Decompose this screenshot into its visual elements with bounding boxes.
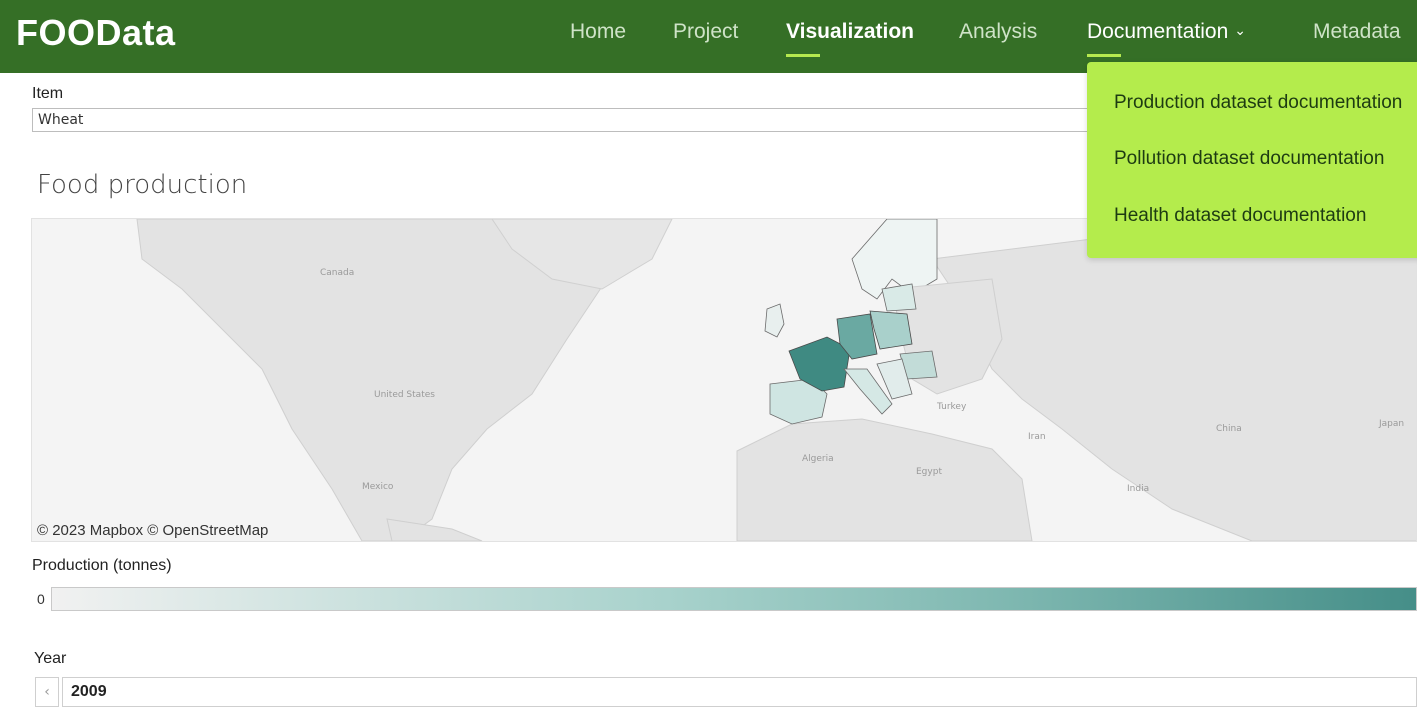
year-filter-label: Year [34, 650, 67, 667]
nav-hover-underline [1087, 54, 1121, 57]
app-logo[interactable]: FOOData [16, 12, 176, 54]
map-label-8: China [1216, 424, 1242, 434]
map-label-9: Japan [1378, 419, 1404, 429]
nav-active-underline [786, 54, 820, 57]
landmass-africa [736, 418, 1033, 541]
landmass-central-america [386, 518, 483, 541]
legend-color-scale [51, 587, 1417, 611]
map-label-7: India [1127, 484, 1149, 494]
menu-item-pollution-docs[interactable]: Pollution dataset documentation [1114, 148, 1384, 170]
chart-title: Food production [37, 170, 248, 200]
map-attribution[interactable]: © 2023 Mapbox © OpenStreetMap [37, 522, 268, 539]
country-baltics [881, 283, 917, 312]
nav-project[interactable]: Project [673, 20, 738, 44]
nav-documentation-label: Documentation [1087, 20, 1229, 43]
map-label-4: Egypt [916, 467, 942, 477]
legend-min-value: 0 [37, 591, 45, 607]
chevron-down-icon: ⌄ [1234, 22, 1246, 38]
year-select[interactable]: 2009 [62, 677, 1417, 707]
country-uk [764, 303, 785, 338]
map-label-1: United States [374, 390, 435, 400]
map-label-6: Iran [1028, 432, 1046, 442]
menu-item-production-docs[interactable]: Production dataset documentation [1114, 92, 1402, 114]
map-label-0: Canada [320, 268, 354, 278]
map-svg: Canada United States Mexico Algeria Egyp… [136, 219, 1416, 541]
nav-visualization[interactable]: Visualization [786, 20, 914, 44]
nav-analysis[interactable]: Analysis [959, 20, 1037, 44]
item-filter-label: Item [32, 85, 64, 102]
country-poland [869, 310, 913, 350]
nav-documentation[interactable]: Documentation ⌄ [1087, 20, 1246, 44]
legend-title: Production (tonnes) [32, 557, 172, 574]
menu-item-health-docs[interactable]: Health dataset documentation [1114, 205, 1366, 227]
documentation-dropdown-menu: Production dataset documentation Polluti… [1087, 62, 1417, 258]
item-select[interactable]: Wheat [32, 108, 1092, 132]
map-label-3: Algeria [802, 454, 834, 464]
map-label-5: Turkey [936, 402, 967, 412]
chevron-left-icon[interactable]: ‹ [35, 677, 59, 707]
nav-metadata[interactable]: Metadata [1313, 20, 1401, 44]
choropleth-map[interactable]: Canada United States Mexico Algeria Egyp… [31, 218, 1417, 542]
map-label-2: Mexico [362, 482, 394, 492]
nav-home[interactable]: Home [570, 20, 626, 44]
